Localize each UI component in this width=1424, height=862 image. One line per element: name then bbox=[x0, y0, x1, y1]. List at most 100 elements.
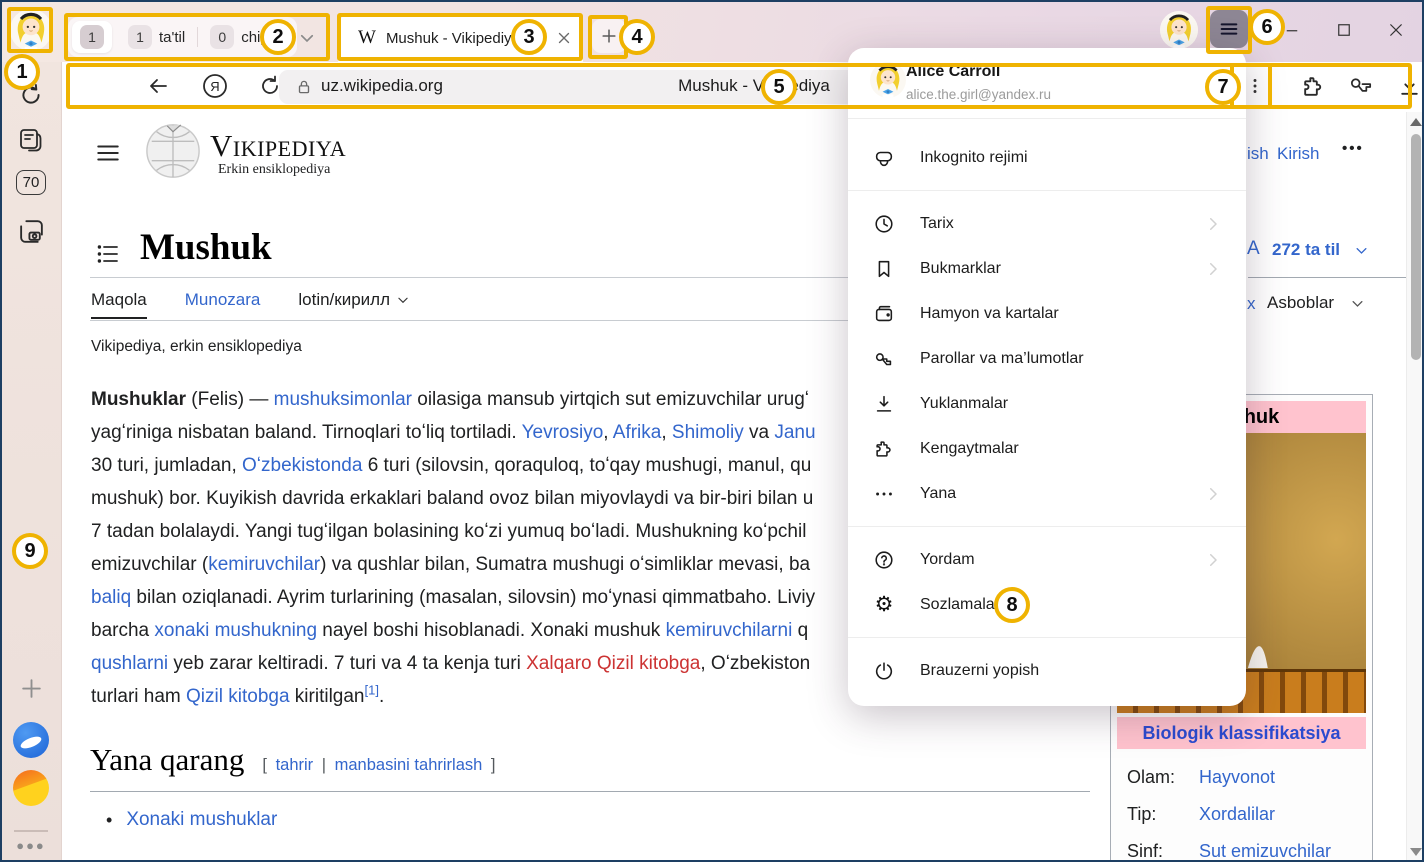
tab-group-item-label: ta'til bbox=[159, 29, 185, 46]
classification-value-link[interactable]: Hayvonot bbox=[1199, 767, 1275, 788]
menu-item-sozlamalar[interactable]: ⚙Sozlamalar bbox=[848, 582, 1246, 627]
wiki-more-menu[interactable]: ••• bbox=[1342, 140, 1364, 157]
menu-item-parollar[interactable]: Parollar va ma’lumotlar bbox=[848, 336, 1246, 381]
window-close-button[interactable] bbox=[1386, 20, 1406, 40]
article-text: emizuvchilar ( bbox=[91, 554, 208, 575]
article-text: (Felis) — bbox=[186, 389, 274, 410]
wiki-menu-icon[interactable] bbox=[95, 140, 121, 166]
browser-menu-dropdown: Alice Carroll alice.the.girl@yandex.ru I… bbox=[848, 48, 1246, 706]
menu-item-bukmarklar[interactable]: Bukmarklar bbox=[848, 246, 1246, 291]
tab-group-item-tatil[interactable]: 1ta'til bbox=[128, 25, 185, 49]
classification-value-link[interactable]: Sut emizuvchilar bbox=[1199, 841, 1331, 862]
article-text: 6 turi (silovsin, qoraquloq, toʻqay mush… bbox=[362, 455, 811, 476]
add-panel-icon[interactable] bbox=[0, 676, 62, 701]
article-link[interactable]: Qizil kitobga bbox=[186, 686, 290, 707]
yandex-mail-icon[interactable] bbox=[0, 770, 62, 806]
annotation-circle-8: 8 bbox=[994, 587, 1030, 623]
menu-item-kengaytmalar[interactable]: Kengaytmalar bbox=[848, 426, 1246, 471]
article-link[interactable]: xonaki mushukning bbox=[154, 620, 317, 641]
article-link[interactable]: Janu bbox=[774, 422, 815, 443]
wiki-tab-label: lotin/кирилл bbox=[298, 290, 390, 310]
chevron-right-icon bbox=[1204, 485, 1222, 503]
article-link[interactable]: Shimoliy bbox=[672, 422, 744, 443]
sidebar-more-icon[interactable]: ●●● bbox=[0, 838, 62, 853]
article-text: , bbox=[603, 422, 613, 443]
wiki-tab-Maqola[interactable]: Maqola bbox=[91, 290, 147, 310]
article-link[interactable]: mushuksimonlar bbox=[274, 389, 412, 410]
menu-item-yuklanmalar[interactable]: Yuklanmalar bbox=[848, 381, 1246, 426]
toc-list-icon[interactable] bbox=[95, 242, 121, 266]
screenshot-icon[interactable] bbox=[0, 218, 62, 245]
language-icon-fragment[interactable]: A bbox=[1247, 238, 1260, 260]
power-icon bbox=[872, 659, 896, 683]
classification-row: Olam:Hayvonot bbox=[1117, 759, 1366, 796]
language-selector[interactable]: 272 ta til bbox=[1272, 240, 1369, 260]
article-text: q bbox=[792, 620, 808, 641]
passwords-icon[interactable] bbox=[1347, 73, 1375, 99]
wiki-tab-lotinкирилл[interactable]: lotin/кирилл bbox=[298, 290, 410, 310]
count-badge: 0 bbox=[210, 25, 234, 49]
menu-item-yordam[interactable]: Yordam bbox=[848, 537, 1246, 582]
pinned-tab-badge[interactable]: 1 bbox=[72, 21, 112, 53]
wiki-signup-link-fragment[interactable]: ish bbox=[1247, 144, 1269, 164]
article-text: 7 tadan bolalaydi. Yangi tugʻilgan bolas… bbox=[91, 521, 806, 542]
see-also-link[interactable]: Xonaki mushuklar bbox=[126, 805, 277, 835]
scrollbar-thumb[interactable] bbox=[1411, 134, 1421, 360]
article-tabs: Maqola Munozara lotin/кирилл bbox=[91, 290, 410, 310]
reference-link[interactable]: [1] bbox=[365, 683, 379, 698]
account-header[interactable]: Alice Carroll alice.the.girl@yandex.ru bbox=[848, 48, 1246, 118]
yandex-search-icon[interactable]: Я bbox=[202, 73, 228, 99]
window-minimize-button[interactable] bbox=[1282, 20, 1302, 40]
tab-counter-badge[interactable]: 70 bbox=[0, 170, 62, 195]
article-text: bilan oziqlanadi. Ayrim turlarining (mas… bbox=[131, 587, 815, 608]
article-text: , bbox=[661, 422, 672, 443]
menu-item-label: Yordam bbox=[920, 551, 975, 569]
article-text: . bbox=[379, 686, 384, 707]
see-also-item[interactable]: Xonaki mushuklar bbox=[106, 805, 277, 835]
article-text: oilasiga mansub yirtqich sut emizuvchila… bbox=[412, 389, 809, 410]
scroll-down-arrow-icon[interactable] bbox=[1410, 848, 1422, 856]
menu-item-label: Yuklanmalar bbox=[920, 395, 1008, 413]
see-also-list: Xonaki mushuklar bbox=[106, 805, 277, 835]
article-link[interactable]: kemiruvchilar bbox=[208, 554, 320, 575]
wiki-tab-label: Maqola bbox=[91, 290, 147, 310]
article-link[interactable]: Yevrosiyo bbox=[522, 422, 604, 443]
classification-value-link[interactable]: Xordalilar bbox=[1199, 804, 1275, 825]
edit-link[interactable]: manbasini tahrirlash bbox=[335, 756, 483, 774]
tabs-panel-icon[interactable] bbox=[0, 126, 62, 154]
article-link[interactable]: qushlarni bbox=[91, 653, 168, 674]
tools-fragment[interactable]: x bbox=[1247, 294, 1256, 314]
menu-item-label: Inkognito rejimi bbox=[920, 149, 1028, 167]
extensions-icon[interactable] bbox=[1300, 73, 1326, 99]
menu-item-yana[interactable]: Yana bbox=[848, 471, 1246, 516]
yandex-disk-icon[interactable] bbox=[0, 722, 62, 758]
article-text: yeb zarar keltiradi. 7 turi va 4 ta kenj… bbox=[168, 653, 526, 674]
scroll-up-arrow-icon[interactable] bbox=[1410, 118, 1422, 126]
profile-avatar[interactable] bbox=[10, 9, 52, 51]
annotation-circle-2: 2 bbox=[260, 19, 296, 55]
back-button[interactable] bbox=[146, 74, 170, 98]
tools-dropdown[interactable]: Asboblar bbox=[1267, 293, 1365, 313]
article-text: turlari ham bbox=[91, 686, 186, 707]
article-link[interactable]: baliq bbox=[91, 587, 131, 608]
article-link[interactable]: Xalqaro Qizil kitobga bbox=[526, 653, 700, 674]
downloads-icon[interactable] bbox=[1396, 73, 1422, 99]
edit-link[interactable]: tahrir bbox=[276, 756, 314, 774]
wikipedia-globe-logo[interactable] bbox=[144, 121, 202, 181]
site-menu-icon[interactable] bbox=[1243, 74, 1267, 98]
window-maximize-button[interactable] bbox=[1334, 20, 1354, 40]
menu-item-tarix[interactable]: Tarix bbox=[848, 201, 1246, 246]
article-link[interactable]: kemiruvchilarni bbox=[666, 620, 793, 641]
article-link[interactable]: Afrika bbox=[613, 422, 662, 443]
wiki-tab-Munozara[interactable]: Munozara bbox=[185, 290, 261, 310]
scrollbar[interactable] bbox=[1406, 112, 1424, 862]
wiki-brand-title[interactable]: Vikipediya bbox=[210, 128, 346, 164]
lock-icon[interactable] bbox=[295, 77, 313, 97]
menu-item-inkognito[interactable]: Inkognito rejimi bbox=[848, 135, 1246, 180]
menu-item-hamyon[interactable]: Hamyon va kartalar bbox=[848, 291, 1246, 336]
article-link[interactable]: Oʻzbekistonda bbox=[242, 455, 362, 476]
article-text: yagʻriniga nisbatan baland. Tirnoqlari t… bbox=[91, 422, 522, 443]
download-icon bbox=[872, 392, 896, 416]
wiki-login-link[interactable]: Kirish bbox=[1277, 144, 1320, 164]
menu-item-brauzerni-yopish[interactable]: Brauzerni yopish bbox=[848, 648, 1246, 693]
